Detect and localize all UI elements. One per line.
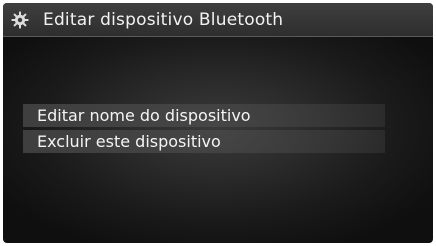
header-bar: Editar dispositivo Bluetooth — [3, 3, 433, 37]
page-title: Editar dispositivo Bluetooth — [43, 9, 284, 30]
gear-settings-icon — [9, 9, 31, 31]
delete-device-button[interactable]: Excluir este dispositivo — [23, 130, 385, 153]
edit-device-name-button[interactable]: Editar nome do dispositivo — [23, 104, 385, 127]
options-menu: Editar nome do dispositivo Excluir este … — [23, 104, 385, 156]
bluetooth-edit-screen: Editar dispositivo Bluetooth Editar nome… — [3, 3, 433, 243]
